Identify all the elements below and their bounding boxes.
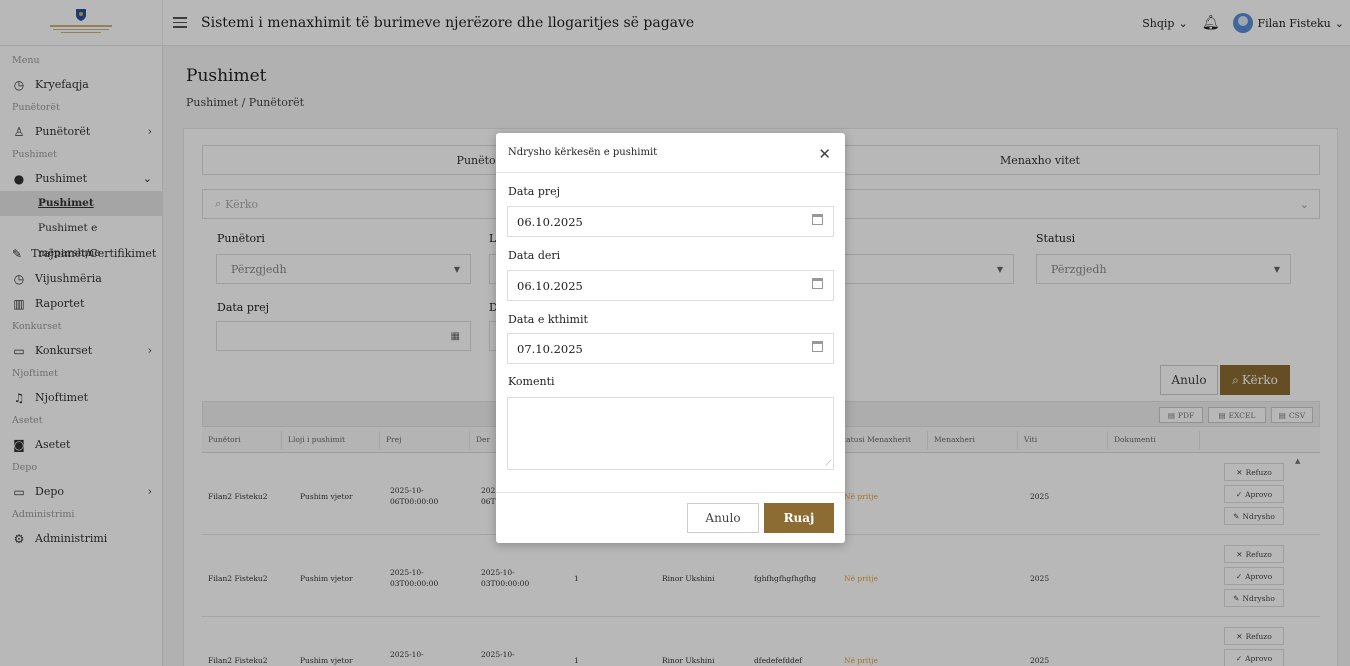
modal-title: Ndrysho kërkesën e pushimit — [508, 147, 658, 158]
calendar-icon[interactable] — [812, 214, 823, 225]
from-date-label: Data prej — [508, 185, 561, 198]
comment-label: Komenti — [508, 375, 555, 388]
modal-footer — [496, 492, 845, 493]
return-date-label: Data e kthimit — [508, 313, 588, 326]
to-date-label: Data deri — [508, 249, 561, 262]
close-icon[interactable]: ✕ — [818, 145, 831, 163]
to-date-input[interactable]: 06.10.2025 — [507, 270, 834, 301]
save-button[interactable]: Ruaj — [764, 503, 834, 533]
return-date-input[interactable]: 07.10.2025 — [507, 333, 834, 364]
from-date-input[interactable]: 06.10.2025 — [507, 206, 834, 237]
cancel-button[interactable]: Anulo — [687, 503, 759, 533]
modal-header: Ndrysho kërkesën e pushimit ✕ — [496, 133, 845, 173]
edit-leave-modal: Ndrysho kërkesën e pushimit ✕ Data prej … — [496, 133, 845, 543]
comment-textarea[interactable]: ⟋ — [507, 397, 834, 470]
calendar-icon[interactable] — [812, 341, 823, 352]
resize-handle-icon[interactable]: ⟋ — [825, 459, 831, 469]
calendar-icon[interactable] — [812, 278, 823, 289]
